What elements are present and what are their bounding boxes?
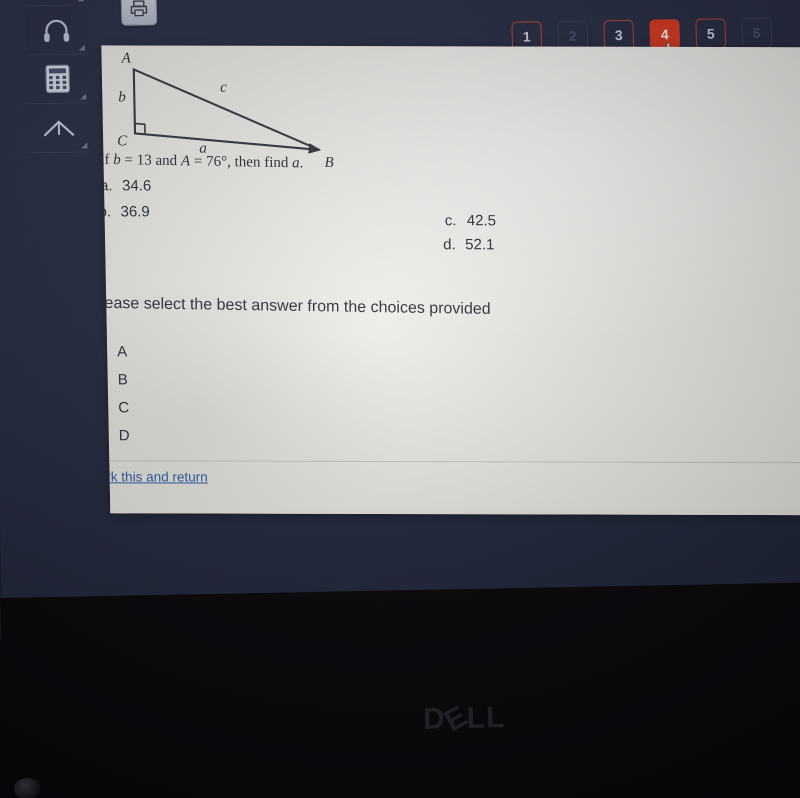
print-button[interactable] [120, 0, 158, 26]
sidebar-item-audio[interactable] [24, 5, 89, 56]
stem-end: . [299, 155, 304, 172]
printer-icon [130, 0, 148, 17]
pager-button-4[interactable]: 4 [649, 19, 681, 50]
laptop-photo: Active ctions [0, 0, 800, 798]
choice-d: d. 52.1 [443, 236, 495, 253]
vertex-label-a: A [120, 51, 131, 66]
tool-sidebar [23, 0, 91, 154]
footer-divider [101, 460, 800, 464]
mark-and-return-link[interactable]: Mark this and return [101, 469, 208, 484]
radio-label-c: C [118, 398, 130, 416]
laptop-screen: Active ctions [0, 0, 800, 620]
radio-label-b: B [117, 370, 128, 388]
stem-mid-2: = 76°, then find [190, 153, 293, 172]
choice-d-label: d. [443, 236, 456, 254]
stem-var-A: A [180, 153, 191, 170]
pager-button-6[interactable]: 6 [741, 17, 773, 49]
laptop-hinge-nub [14, 778, 40, 798]
radio-label-d: D [118, 426, 130, 444]
laptop-bezel-fill [0, 640, 800, 798]
sidebar-item-collapse[interactable] [27, 103, 91, 154]
answer-prompt: Please select the best answer from the c… [101, 294, 491, 318]
calculator-icon [45, 64, 71, 94]
dell-logo: DELL [423, 699, 506, 738]
side-label-b: b [118, 89, 126, 105]
side-label-c: c [220, 80, 227, 96]
question-card: A B C b c a If b = 13 and A = 76°, then … [101, 45, 800, 516]
radio-label-a: A [117, 342, 128, 360]
stem-prefix: If [101, 151, 110, 168]
vertex-label-b: B [324, 155, 333, 171]
vertex-label-c: C [117, 133, 128, 149]
choice-a-label: a. [101, 177, 113, 195]
choice-d-value: 52.1 [465, 236, 495, 254]
choice-c-value: 42.5 [466, 212, 497, 230]
choice-c: c. 42.5 [445, 212, 497, 229]
stem-mid-1: = 13 and [120, 152, 181, 170]
headphones-icon [44, 19, 70, 43]
collapse-arrow-icon [43, 120, 75, 137]
sidebar-item-calculator[interactable] [26, 54, 90, 105]
pager-button-5[interactable]: 5 [695, 18, 727, 49]
choice-a-value: 34.6 [121, 177, 152, 195]
choice-c-label: c. [444, 212, 457, 230]
choice-b-label: b. [101, 203, 112, 221]
choice-b: b. 36.9 [101, 203, 150, 220]
stem-var-a: a [292, 155, 300, 172]
choice-a: a. 34.6 [101, 177, 151, 194]
choice-b-value: 36.9 [120, 203, 150, 221]
